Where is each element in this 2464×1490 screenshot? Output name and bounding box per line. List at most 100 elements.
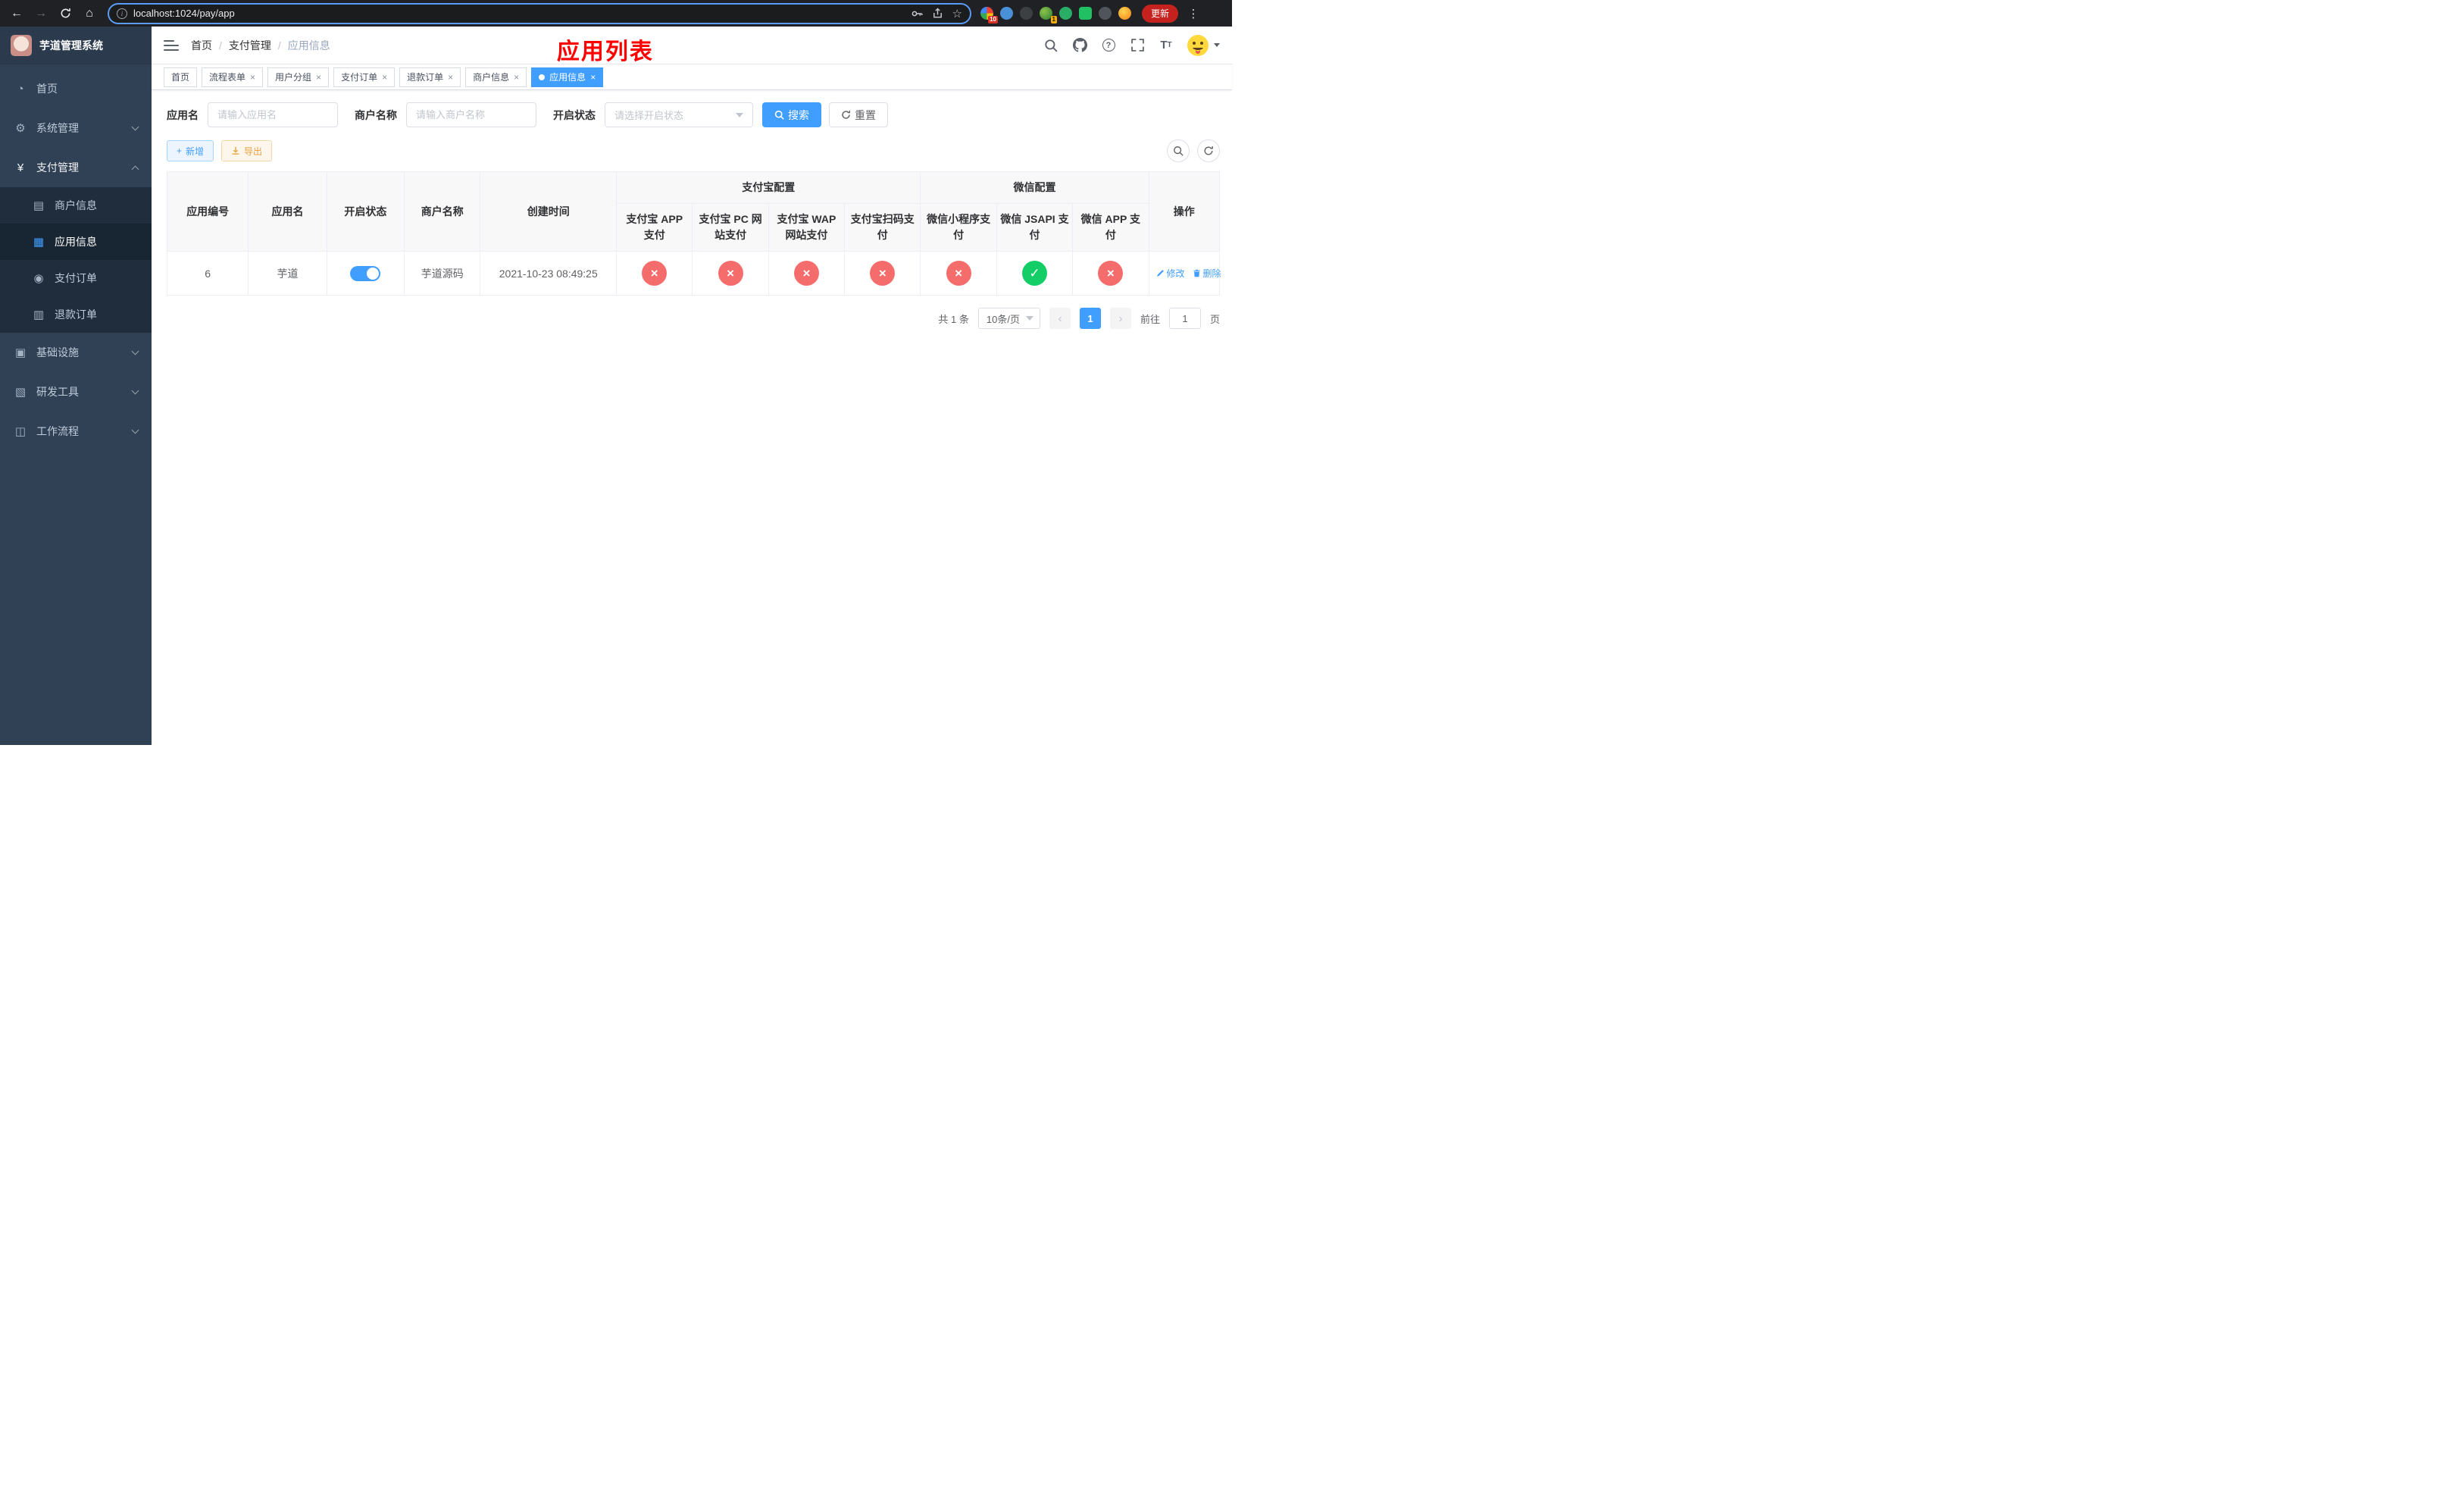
download-icon bbox=[232, 146, 239, 155]
next-page-button[interactable]: › bbox=[1109, 308, 1131, 329]
share-icon[interactable] bbox=[932, 8, 943, 19]
sidebar-item-refund-orders[interactable]: ▥ 退款订单 bbox=[0, 296, 152, 333]
search-button[interactable]: 搜索 bbox=[762, 102, 821, 127]
col-app-id: 应用编号 bbox=[166, 171, 249, 252]
status-toggle[interactable] bbox=[350, 265, 381, 281]
extension-icon-4[interactable]: 1 bbox=[1040, 7, 1057, 23]
status-label: 开启状态 bbox=[553, 108, 596, 121]
sidebar-item-infrastructure[interactable]: ▣ 基础设施 bbox=[0, 333, 152, 372]
cell-app-name: 芋道 bbox=[248, 251, 327, 296]
browser-menu-icon[interactable]: ⋮ bbox=[1186, 7, 1201, 20]
payment-submenu: ▤ 商户信息 ▦ 应用信息 ◉ 支付订单 ▥ 退款订单 bbox=[0, 187, 152, 333]
github-icon[interactable] bbox=[1071, 37, 1088, 54]
dashboard-icon: ◔ bbox=[17, 82, 24, 95]
browser-forward-button[interactable]: → bbox=[30, 3, 52, 24]
col-actions: 操作 bbox=[1148, 171, 1221, 252]
alipay-app-status-icon: × bbox=[642, 261, 668, 286]
tab-pay-orders[interactable]: 支付订单 × bbox=[333, 67, 396, 87]
merchant-name-label: 商户名称 bbox=[355, 108, 397, 121]
app-name-input[interactable] bbox=[208, 102, 338, 127]
cell-actions: 修改 删除 bbox=[1148, 251, 1221, 296]
password-key-icon[interactable] bbox=[911, 8, 923, 20]
col-app-name: 应用名 bbox=[248, 171, 327, 252]
sidebar-item-payment[interactable]: ¥ 支付管理 bbox=[0, 148, 152, 187]
browser-home-button[interactable]: ⌂ bbox=[79, 3, 100, 24]
sidebar-item-home[interactable]: ◔ 首页 bbox=[0, 69, 152, 108]
browser-reload-button[interactable] bbox=[55, 3, 76, 24]
search-form: 应用名 商户名称 开启状态 请选择开启状态 搜索 重置 bbox=[167, 102, 1220, 127]
status-select[interactable]: 请选择开启状态 bbox=[605, 102, 753, 127]
bookmark-star-icon[interactable]: ☆ bbox=[952, 7, 962, 20]
col-created: 创建时间 bbox=[480, 171, 618, 252]
card-icon: ▤ bbox=[33, 199, 45, 212]
tab-refund-orders[interactable]: 退款订单 × bbox=[399, 67, 461, 87]
browser-update-button[interactable]: 更新 bbox=[1142, 4, 1179, 23]
reset-button[interactable]: 重置 bbox=[829, 102, 888, 127]
prev-page-button[interactable]: ‹ bbox=[1049, 308, 1071, 329]
app-logo: 芋道管理系统 bbox=[0, 27, 152, 64]
close-icon[interactable]: × bbox=[316, 73, 321, 82]
breadcrumb-home[interactable]: 首页 bbox=[191, 38, 212, 53]
tags-view-bar: 首页 流程表单 × 用户分组 × 支付订单 × 退款订单 × 商户信息 × 应用… bbox=[152, 64, 1232, 90]
breadcrumb-payment[interactable]: 支付管理 bbox=[229, 38, 271, 53]
close-icon[interactable]: × bbox=[382, 73, 387, 82]
page-size-select[interactable]: 10条/页 bbox=[977, 308, 1040, 329]
sidebar-item-dev-tools[interactable]: ▧ 研发工具 bbox=[0, 372, 152, 412]
refresh-button[interactable] bbox=[1197, 139, 1220, 162]
page-number-1[interactable]: 1 bbox=[1079, 308, 1101, 329]
goto-page-input[interactable] bbox=[1168, 308, 1201, 329]
tab-app-info[interactable]: 应用信息 × bbox=[531, 67, 604, 87]
cell-app-id: 6 bbox=[166, 251, 249, 296]
font-size-icon[interactable]: TT bbox=[1158, 37, 1174, 54]
extension-icon-7[interactable] bbox=[1099, 7, 1112, 20]
avatar-emoji bbox=[1187, 34, 1209, 56]
extension-icon-5[interactable] bbox=[1059, 7, 1072, 20]
page-content: 应用名 商户名称 开启状态 请选择开启状态 搜索 重置 bbox=[152, 90, 1232, 745]
help-icon[interactable]: ? bbox=[1100, 37, 1117, 54]
sidebar-item-app-info[interactable]: ▦ 应用信息 bbox=[0, 224, 152, 260]
toolbox-icon: ▧ bbox=[14, 386, 27, 399]
app-table: 应用编号 应用名 开启状态 商户名称 创建时间 支付宝配置 微信配置 操作 支付… bbox=[166, 171, 1221, 296]
address-bar[interactable]: i localhost:1024/pay/app ☆ bbox=[108, 2, 971, 24]
sidebar-item-system[interactable]: ⚙ 系统管理 bbox=[0, 108, 152, 148]
toggle-search-button[interactable] bbox=[1167, 139, 1190, 162]
browser-back-button[interactable]: ← bbox=[6, 3, 27, 24]
col-alipay-app: 支付宝 APP 支付 bbox=[616, 203, 693, 252]
wechat-mini-status-icon: × bbox=[946, 261, 971, 286]
delete-link[interactable]: 删除 bbox=[1193, 267, 1221, 280]
close-icon[interactable]: × bbox=[590, 73, 596, 82]
cell-status bbox=[326, 251, 405, 296]
site-info-icon[interactable]: i bbox=[117, 8, 127, 19]
sidebar-item-workflow[interactable]: ◫ 工作流程 bbox=[0, 412, 152, 451]
tab-merchant-info[interactable]: 商户信息 × bbox=[465, 67, 527, 87]
extension-icon-6[interactable] bbox=[1079, 7, 1092, 20]
merchant-name-input[interactable] bbox=[406, 102, 536, 127]
col-status: 开启状态 bbox=[326, 171, 405, 252]
extension-icon-8[interactable] bbox=[1118, 7, 1131, 20]
extension-icon-1[interactable]: 10 bbox=[980, 7, 998, 23]
search-icon[interactable] bbox=[1043, 37, 1059, 54]
chevron-down-icon bbox=[131, 347, 139, 355]
extension-icon-2[interactable] bbox=[1000, 7, 1013, 20]
sidebar-toggle-icon[interactable] bbox=[164, 39, 179, 51]
close-icon[interactable]: × bbox=[250, 73, 255, 82]
add-button[interactable]: + 新增 bbox=[167, 140, 214, 161]
fullscreen-icon[interactable] bbox=[1129, 37, 1146, 54]
close-icon[interactable]: × bbox=[514, 73, 519, 82]
tab-user-group[interactable]: 用户分组 × bbox=[267, 67, 330, 87]
pencil-icon bbox=[1156, 270, 1164, 277]
edit-link[interactable]: 修改 bbox=[1156, 267, 1185, 280]
sidebar-item-merchant-info[interactable]: ▤ 商户信息 bbox=[0, 187, 152, 224]
col-alipay-wap: 支付宝 WAP 网站支付 bbox=[768, 203, 846, 252]
user-avatar[interactable] bbox=[1187, 34, 1220, 57]
tab-process-form[interactable]: 流程表单 × bbox=[202, 67, 264, 87]
close-icon[interactable]: × bbox=[448, 73, 453, 82]
export-button[interactable]: 导出 bbox=[221, 140, 273, 161]
col-wechat-jsapi: 微信 JSAPI 支付 bbox=[996, 203, 1074, 252]
workflow-icon: ◫ bbox=[14, 425, 27, 438]
tab-home[interactable]: 首页 bbox=[164, 67, 198, 87]
plus-icon: + bbox=[177, 146, 183, 156]
sidebar-item-pay-orders[interactable]: ◉ 支付订单 bbox=[0, 260, 152, 296]
active-dot bbox=[539, 74, 546, 80]
extension-icon-3[interactable] bbox=[1020, 7, 1033, 20]
